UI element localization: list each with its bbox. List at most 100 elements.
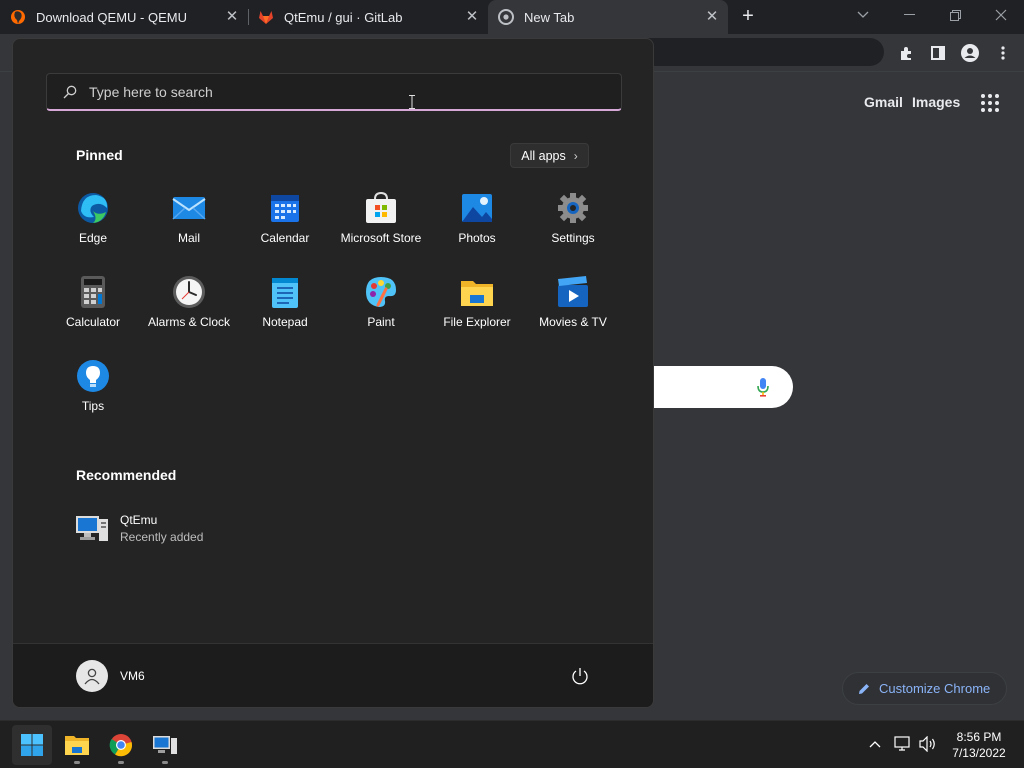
show-hidden-icons-icon[interactable]	[866, 735, 884, 753]
pinned-app-mail[interactable]: Mail	[141, 191, 237, 245]
volume-icon[interactable]	[919, 735, 937, 753]
pinned-app-paint[interactable]: Paint	[333, 275, 429, 329]
running-indicator	[74, 761, 80, 764]
voice-search-icon[interactable]	[757, 377, 769, 397]
text-cursor-icon	[409, 95, 415, 109]
power-icon[interactable]	[570, 666, 590, 686]
taskbar-qtemu[interactable]	[145, 725, 185, 765]
mail-icon	[172, 191, 206, 225]
pinned-app-edge[interactable]: Edge	[45, 191, 141, 245]
browser-tab-strip: Download QEMU - QEMU ✕ QtEmu / gui · Git…	[0, 0, 1024, 34]
address-bar[interactable]	[630, 38, 884, 66]
taskbar-chrome[interactable]	[101, 725, 141, 765]
recommended-title: Recommended	[76, 467, 177, 483]
user-account-button[interactable]: VM6	[76, 660, 145, 692]
notepad-icon	[268, 275, 302, 309]
customize-chrome-button[interactable]: Customize Chrome	[842, 672, 1007, 705]
pinned-app-file-explorer[interactable]: File Explorer	[429, 275, 525, 329]
pinned-app-label: Alarms & Clock	[147, 315, 230, 329]
extensions-icon[interactable]	[896, 43, 916, 63]
file-explorer-icon	[65, 736, 89, 755]
pinned-app-notepad[interactable]: Notepad	[237, 275, 333, 329]
pinned-app-tips[interactable]: Tips	[45, 359, 141, 413]
pinned-app-label: Settings	[551, 231, 595, 245]
pinned-app-label: Calendar	[260, 231, 310, 245]
pinned-app-label: Paint	[367, 315, 395, 329]
close-tab-icon[interactable]: ✕	[224, 9, 240, 25]
pinned-app-label: Tips	[81, 399, 105, 413]
pinned-app-label: Microsoft Store	[340, 231, 422, 245]
qtemu-icon	[75, 511, 109, 545]
pinned-title: Pinned	[76, 147, 123, 163]
running-indicator	[118, 761, 124, 764]
start-icon	[21, 734, 43, 756]
all-apps-label: All apps	[521, 148, 566, 163]
profile-icon[interactable]	[960, 43, 980, 63]
clock-icon	[172, 275, 206, 309]
recommended-item-subtitle: Recently added	[120, 529, 204, 544]
images-link[interactable]: Images	[912, 94, 960, 110]
all-apps-button[interactable]: All apps ›	[510, 143, 589, 168]
gitlab-icon	[258, 9, 274, 25]
tab-title: Download QEMU - QEMU	[36, 9, 187, 25]
close-tab-icon[interactable]: ✕	[464, 9, 480, 25]
paint-icon	[364, 275, 398, 309]
tab-search-icon[interactable]	[848, 0, 878, 30]
new-tab-button[interactable]: +	[737, 6, 759, 27]
close-window-button[interactable]	[986, 0, 1016, 30]
photos-icon	[460, 191, 494, 225]
chrome-menu-icon[interactable]	[993, 43, 1013, 63]
close-tab-icon[interactable]: ✕	[704, 9, 720, 25]
pinned-app-photos[interactable]: Photos	[429, 191, 525, 245]
start-search-box[interactable]	[46, 73, 622, 111]
pinned-app-calendar[interactable]: Calendar	[237, 191, 333, 245]
pinned-app-settings[interactable]: Settings	[525, 191, 621, 245]
qemu-icon	[10, 9, 26, 25]
recommended-item-title: QtEmu	[120, 512, 158, 527]
taskbar-clock[interactable]: 8:56 PM 7/13/2022	[944, 729, 1014, 761]
pinned-app-label: Mail	[177, 231, 200, 245]
pencil-icon	[859, 683, 869, 694]
taskbar-file-explorer[interactable]	[57, 725, 97, 765]
pinned-app-calculator[interactable]: Calculator	[45, 275, 141, 329]
folder-icon	[460, 275, 494, 309]
running-indicator	[162, 761, 168, 764]
recommended-item-qtemu[interactable]: QtEmu Recently added	[75, 511, 203, 545]
start-search-input[interactable]	[89, 83, 569, 100]
clock-time: 8:56 PM	[956, 730, 1002, 744]
gmail-link[interactable]: Gmail	[864, 94, 903, 110]
pinned-app-microsoft-store[interactable]: Microsoft Store	[333, 191, 429, 245]
network-icon[interactable]	[894, 735, 912, 753]
calendar-icon	[268, 191, 302, 225]
clock-date: 7/13/2022	[952, 746, 1006, 760]
pinned-app-alarms-clock[interactable]: Alarms & Clock	[141, 275, 237, 329]
calculator-icon	[76, 275, 110, 309]
movies-icon	[556, 275, 590, 309]
pinned-app-label: Photos	[458, 231, 496, 245]
chevron-right-icon: ›	[573, 148, 578, 163]
pinned-app-label: File Explorer	[443, 315, 511, 329]
start-button[interactable]	[12, 725, 52, 765]
user-name: VM6	[120, 669, 145, 683]
google-apps-icon[interactable]	[981, 94, 999, 112]
customize-chrome-label: Customize Chrome	[879, 681, 991, 696]
pinned-app-label: Movies & TV	[539, 315, 607, 329]
tips-icon	[76, 359, 110, 393]
taskbar: 8:56 PM 7/13/2022	[0, 720, 1024, 768]
minimize-button[interactable]	[894, 0, 924, 30]
tab-title: New Tab	[524, 9, 575, 25]
tab-title: QtEmu / gui · GitLab	[284, 9, 403, 25]
qtemu-icon	[153, 736, 177, 754]
pinned-app-label: Edge	[78, 231, 108, 245]
start-menu-footer: VM6	[13, 643, 653, 707]
edge-icon	[76, 191, 110, 225]
settings-icon	[556, 191, 590, 225]
pinned-app-movies-tv[interactable]: Movies & TV	[525, 275, 621, 329]
chrome-icon	[109, 734, 133, 757]
tab-qtemu-gitlab[interactable]: QtEmu / gui · GitLab ✕	[258, 0, 488, 34]
store-icon	[364, 191, 398, 225]
tab-download-qemu[interactable]: Download QEMU - QEMU ✕	[10, 0, 248, 34]
tab-new-tab[interactable]: New Tab ✕	[488, 0, 728, 34]
restore-button[interactable]	[940, 0, 970, 30]
side-panel-icon[interactable]	[928, 43, 948, 63]
